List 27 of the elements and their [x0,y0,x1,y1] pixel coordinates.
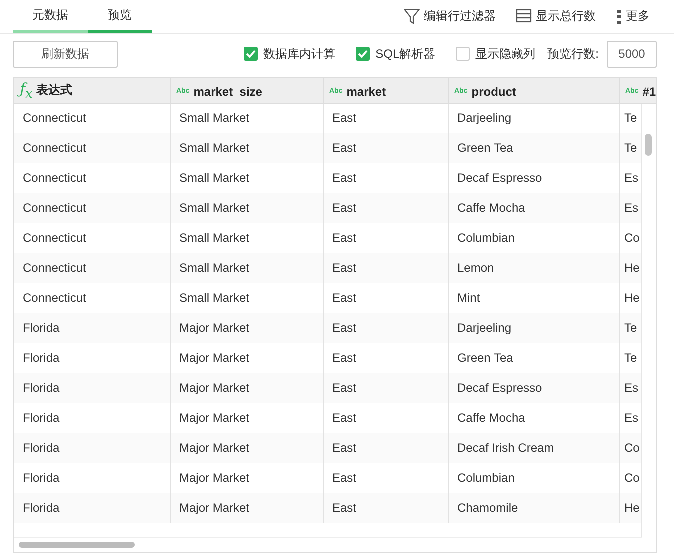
table-cell: Chamomile [448,493,619,523]
preview-rows-field[interactable]: 5000 [607,40,657,68]
checkbox[interactable] [244,47,258,61]
table-cell: East [323,493,448,523]
preview-rows-label: 预览行数: [548,46,599,62]
checkbox-label: SQL解析器 [376,46,436,62]
rows-icon [516,9,532,24]
checkbox-label: 数据库内计算 [264,46,336,62]
more-action[interactable]: 更多 [616,8,650,25]
action-label: 显示总行数 [536,8,596,25]
rows-action[interactable]: 显示总行数 [516,8,596,25]
column-header[interactable]: ƒ$_{x}$ 表达式 [14,78,170,103]
table-cell: Florida [14,493,170,523]
tab[interactable]: 元数据 [13,0,88,33]
scroll-thumb[interactable] [645,134,652,156]
checkbox[interactable] [456,47,470,61]
tab[interactable]: 预览 [88,0,152,33]
filter-icon [404,8,420,24]
scroll-thumb[interactable] [19,542,135,548]
checkbox[interactable] [356,47,370,61]
checkbox-label: 显示隐藏列 [476,46,536,62]
refresh-button[interactable]: 刷新数据 [13,40,118,68]
action-label: 更多 [626,8,650,25]
action-label: 编辑行过滤器 [424,8,496,25]
more-icon [616,8,622,24]
table-cell: Major Market [170,493,323,523]
filter-action[interactable]: 编辑行过滤器 [404,8,496,25]
